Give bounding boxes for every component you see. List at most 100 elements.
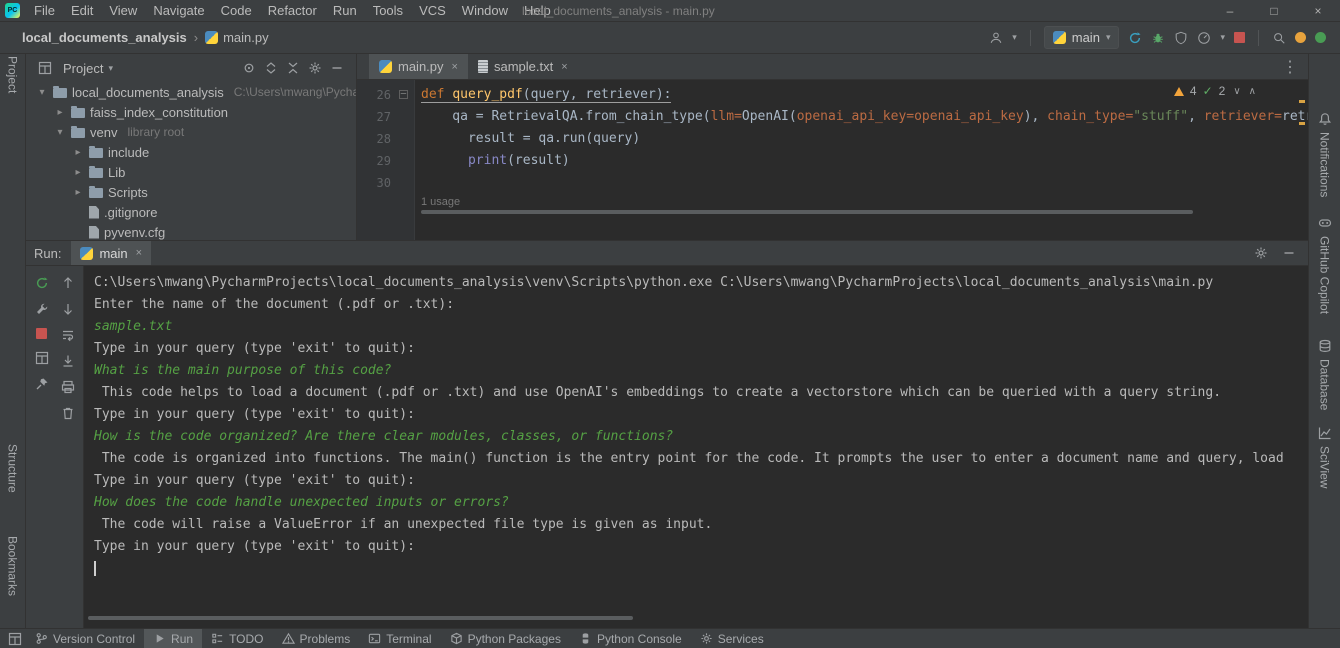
line-number: 28 — [357, 128, 391, 150]
console-caret-line[interactable] — [94, 558, 1308, 580]
rerun-icon[interactable] — [35, 276, 49, 290]
run-tab-main[interactable]: main × — [71, 241, 151, 265]
stripe-project[interactable]: Project — [0, 56, 25, 93]
chevron-down-icon[interactable]: ▾ — [54, 127, 66, 138]
tree-item-venv[interactable]: ▾venvlibrary root — [26, 122, 356, 142]
tree-item-faiss-index-constitution[interactable]: ▸faiss_index_constitution — [26, 102, 356, 122]
close-run-tab-icon[interactable]: × — [136, 247, 142, 259]
menu-vcs[interactable]: VCS — [411, 0, 454, 21]
console-horizontal-scrollbar[interactable] — [88, 616, 633, 620]
statusbar-python-console[interactable]: Python Console — [570, 629, 691, 648]
menu-edit[interactable]: Edit — [63, 0, 101, 21]
close-tab-icon[interactable]: × — [452, 61, 458, 73]
next-problem-icon[interactable]: ∨ — [1233, 86, 1240, 97]
tree-item-include[interactable]: ▸include — [26, 142, 356, 162]
restore-layout-icon[interactable] — [35, 351, 49, 365]
prev-problem-icon[interactable]: ∧ — [1249, 86, 1256, 97]
up-icon[interactable] — [61, 276, 75, 290]
maximize-button[interactable]: □ — [1252, 0, 1296, 21]
inspections-widget[interactable]: 4 ✓ 2 ∨ ∧ — [1174, 84, 1256, 98]
statusbar-problems[interactable]: Problems — [273, 629, 360, 648]
run-settings-icon[interactable] — [1254, 246, 1268, 260]
collapse-all-button[interactable] — [282, 61, 304, 75]
hide-run-panel-icon[interactable] — [1282, 246, 1296, 260]
clear-icon[interactable] — [61, 406, 75, 420]
stop-process-icon[interactable] — [36, 328, 47, 339]
select-opened-file-button[interactable] — [238, 61, 260, 75]
tree-item-pyvenv-cfg[interactable]: pyvenv.cfg — [26, 222, 356, 240]
run-console[interactable]: C:\Users\mwang\PycharmProjects\local_doc… — [84, 266, 1308, 628]
menu-navigate[interactable]: Navigate — [145, 0, 212, 21]
menu-refactor[interactable]: Refactor — [260, 0, 325, 21]
statusbar-python-packages[interactable]: Python Packages — [441, 629, 570, 648]
rerun-icon[interactable] — [1128, 31, 1142, 45]
editor-horizontal-scrollbar[interactable] — [421, 210, 1193, 214]
menu-window[interactable]: Window — [454, 0, 516, 21]
stop-icon[interactable] — [1234, 32, 1245, 43]
breadcrumb-project[interactable]: local_documents_analysis — [22, 30, 187, 45]
debug-icon[interactable] — [1151, 31, 1165, 45]
stripe-sciview[interactable]: SciView — [1309, 426, 1340, 488]
stripe-github-copilot[interactable]: GitHub Copilot — [1309, 216, 1340, 314]
hide-panel-button[interactable] — [326, 61, 348, 75]
tab-sample-txt[interactable]: sample.txt× — [468, 54, 578, 79]
soft-wrap-icon[interactable] — [61, 328, 75, 342]
bell-icon — [1318, 112, 1332, 126]
menu-view[interactable]: View — [101, 0, 145, 21]
run-toolbar — [26, 266, 84, 628]
statusbar-run[interactable]: Run — [144, 629, 202, 648]
menu-tools[interactable]: Tools — [365, 0, 411, 21]
search-icon[interactable] — [1272, 31, 1286, 45]
chevron-down-icon[interactable]: ▾ — [108, 63, 113, 74]
breadcrumb-file[interactable]: main.py — [223, 30, 269, 45]
statusbar-services[interactable]: Services — [691, 629, 773, 648]
quick-access-icon[interactable] — [4, 632, 26, 646]
menu-file[interactable]: File — [26, 0, 63, 21]
stripe-database[interactable]: Database — [1309, 339, 1340, 410]
orange-badge-icon[interactable] — [1295, 32, 1306, 43]
close-tab-icon[interactable]: × — [561, 61, 567, 73]
fold-icon[interactable]: – — [399, 90, 408, 99]
menu-run[interactable]: Run — [325, 0, 365, 21]
chevron-right-icon[interactable]: ▸ — [72, 187, 84, 198]
user-icon[interactable] — [989, 31, 1003, 45]
profiler-icon[interactable] — [1197, 31, 1211, 45]
tab-main-py[interactable]: main.py× — [369, 54, 468, 79]
statusbar-terminal[interactable]: Terminal — [359, 629, 440, 648]
statusbar-todo[interactable]: TODO — [202, 629, 272, 648]
stripe-bookmarks[interactable]: Bookmarks — [0, 536, 25, 596]
tool-window-bar: Version ControlRunTODOProblemsTerminalPy… — [26, 629, 773, 648]
menu-code[interactable]: Code — [213, 0, 260, 21]
project-options-button[interactable] — [304, 61, 326, 75]
stripe-notifications[interactable]: Notifications — [1309, 112, 1340, 197]
run-configuration-select[interactable]: main▾ — [1044, 26, 1120, 49]
minimize-button[interactable]: – — [1208, 0, 1252, 21]
project-tree[interactable]: ▾local_documents_analysisC:\Users\mwang\… — [26, 82, 356, 240]
chevron-right-icon[interactable]: ▸ — [72, 167, 84, 178]
folder-icon — [89, 168, 103, 178]
edit-configuration-icon[interactable] — [35, 302, 49, 316]
print-icon[interactable] — [61, 380, 75, 394]
stripe-structure[interactable]: Structure — [0, 444, 25, 493]
editor-body[interactable]: 26–def query_pdf(query, retriever):27 qa… — [357, 80, 1308, 240]
pin-icon[interactable] — [35, 377, 49, 391]
packages-toolwindow-icon — [450, 632, 463, 645]
usage-hint[interactable]: 1 usage — [421, 196, 460, 208]
down-icon[interactable] — [61, 302, 75, 316]
statusbar-version-control[interactable]: Version Control — [26, 629, 144, 648]
tree-item-local-documents-analysis[interactable]: ▾local_documents_analysisC:\Users\mwang\… — [26, 82, 356, 102]
chevron-right-icon[interactable]: ▸ — [72, 147, 84, 158]
code-editor[interactable]: 26–def query_pdf(query, retriever):27 qa… — [357, 80, 1308, 194]
close-button[interactable]: × — [1296, 0, 1340, 21]
coverage-icon[interactable] — [1174, 31, 1188, 45]
tab-options-icon[interactable]: ⋮ — [1272, 54, 1308, 79]
project-panel-title[interactable]: Project — [63, 61, 103, 76]
expand-all-button[interactable] — [260, 61, 282, 75]
tree-item-lib[interactable]: ▸Lib — [26, 162, 356, 182]
chevron-right-icon[interactable]: ▸ — [54, 107, 66, 118]
tree-item--gitignore[interactable]: .gitignore — [26, 202, 356, 222]
scroll-end-icon[interactable] — [61, 354, 75, 368]
tree-item-scripts[interactable]: ▸Scripts — [26, 182, 356, 202]
chevron-down-icon[interactable]: ▾ — [36, 87, 48, 98]
green-badge-icon[interactable] — [1315, 32, 1326, 43]
